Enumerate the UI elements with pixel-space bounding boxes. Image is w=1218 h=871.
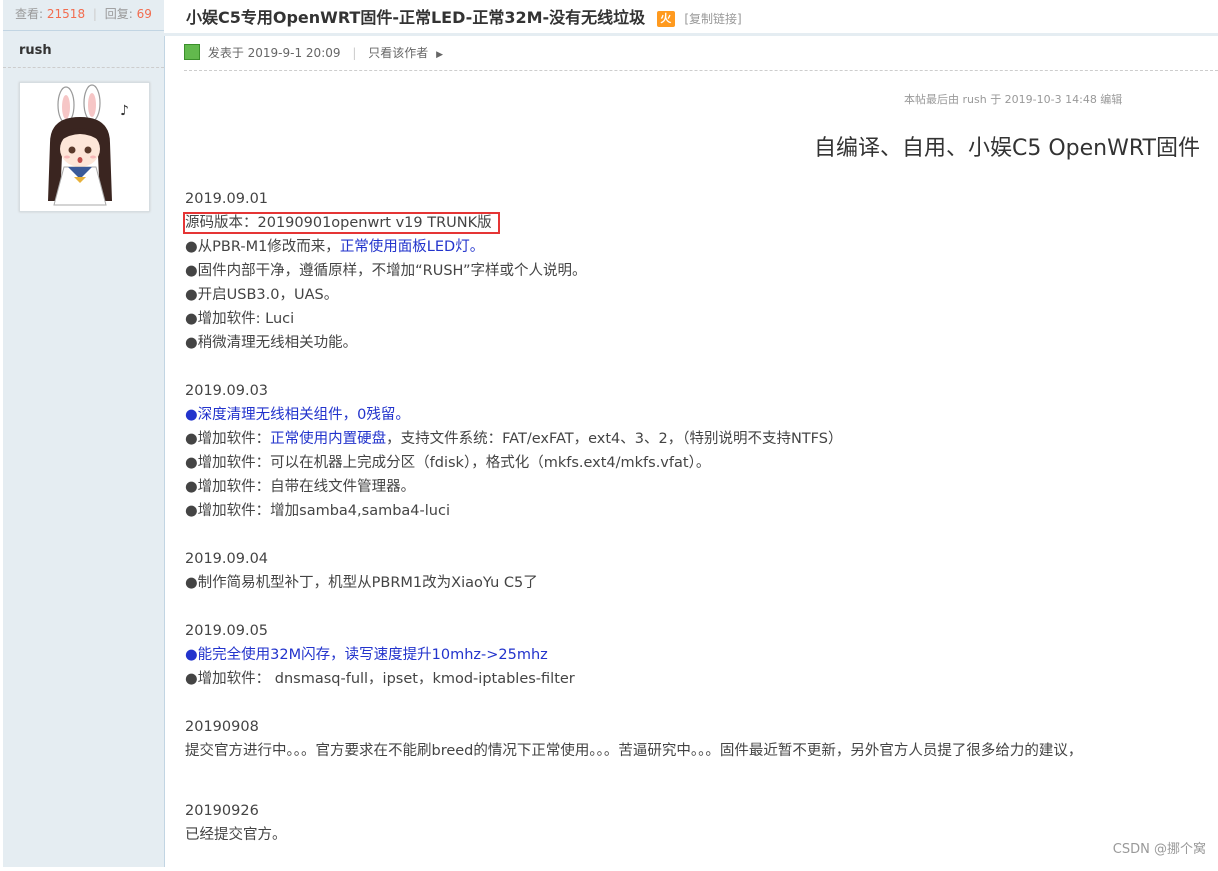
changelog-item: ●固件内部干净，遵循原样，不增加“RUSH”字样或个人说明。 [185,263,587,279]
changelog-item: ●增加软件：可以在机器上完成分区（fdisk），格式化（mkfs.ext4/mk… [185,455,711,471]
changelog-item: ●稍微清理无线相关功能。 [185,335,358,351]
item-text: ●从PBR-M1修改而来， [185,239,340,255]
changelog-item: ●深度清理无线相关组件，0残留。 [185,403,1218,427]
changelog-block: 20190908 提交官方进行中。。。官方要求在不能刷breed的情况下正常使用… [185,715,1218,763]
source-version-highlight: 源码版本：20190901openwrt v19 TRUNK版 [183,212,500,234]
thread-header: 小娱C5专用OpenWRT固件-正常LED-正常32M-没有无线垃圾 火 [复制… [164,0,1218,36]
changelog-block: 2019.09.03 ●深度清理无线相关组件，0残留。 ●增加软件：正常使用内置… [185,379,1218,523]
changelog-item: 已经提交官方。 [185,827,287,843]
thread-title-row: 小娱C5专用OpenWRT固件-正常LED-正常32M-没有无线垃圾 火 [复制… [186,4,742,28]
changelog-date: 2019.09.04 [185,551,269,567]
views-count: 21518 [46,7,86,21]
changelog-date: 20190908 [185,719,259,735]
post-heading: 自编译、自用、小娱C5 OpenWRT固件 [814,136,1200,161]
item-bullet: ● [185,407,198,423]
source-version-line: 源码版本：20190901openwrt v19 TRUNK版 [183,211,1218,235]
copy-link-button[interactable]: [复制链接] [684,12,741,26]
svg-text:♪: ♪ [120,103,129,119]
item-text: ，支持文件系统：FAT/exFAT，ext4、3、2，（特别说明不支持NTFS） [386,431,843,447]
item-text: ●增加软件： [185,431,271,447]
avatar[interactable]: ♪ [19,82,150,212]
changelog-date: 20190926 [185,803,259,819]
thread-title: 小娱C5专用OpenWRT固件-正常LED-正常32M-没有无线垃圾 [186,8,646,27]
caret-right-icon: ▶ [436,50,443,60]
changelog-item: ●增加软件：自带在线文件管理器。 [185,479,416,495]
author-sidebar: 查看: 21518 | 回复: 69 rush ♪ [3,0,165,867]
changelog-block: 2019.09.05 ●能完全使用32M闪存，读写速度提升10mhz->25mh… [185,619,1218,691]
author-name[interactable]: rush [3,31,164,68]
changelog-date: 2019.09.01 [185,191,269,207]
changelog-item: ●增加软件：增加samba4,samba4-luci [185,503,450,519]
item-highlight: 深度清理无线相关组件，0残留。 [197,407,410,423]
changelog-block: 20190926 已经提交官方。 [185,799,1218,847]
post-date: 发表于 2019-9-1 20:09 [207,46,341,60]
hot-icon: 火 [656,10,675,27]
changelog-block: 2019.09.01 源码版本：20190901openwrt v19 TRUN… [183,187,1218,355]
changelog-item: ●从PBR-M1修改而来，正常使用面板LED灯。 [185,235,1218,259]
replies-count: 69 [136,7,152,21]
post-meta: 发表于 2019-9-1 20:09 | 只看该作者 ▶ [184,43,1218,71]
online-user-icon [184,43,200,60]
changelog-item: ●制作简易机型补丁，机型从PBRM1改为XiaoYu C5了 [185,575,538,591]
thread-stats: 查看: 21518 | 回复: 69 [3,0,164,31]
changelog-item: ●增加软件: Luci [185,311,295,327]
views-label: 查看: [15,7,44,21]
changelog-item: ●开启USB3.0，UAS。 [185,287,339,303]
post-body: 2019.09.01 源码版本：20190901openwrt v19 TRUN… [183,187,1218,871]
item-highlight: 正常使用面板LED灯。 [339,239,485,255]
avatar-image: ♪ [20,83,149,211]
replies-label: 回复: [104,7,133,21]
only-author-link[interactable]: 只看该作者 [368,46,428,60]
changelog-item: ●增加软件： dnsmasq-full，ipset，kmod-iptables-… [185,671,575,687]
changelog-item: 提交官方进行中。。。官方要求在不能刷breed的情况下正常使用。。。苦逼研究中。… [185,743,1083,759]
changelog-item: ●能完全使用32M闪存，读写速度提升10mhz->25mhz [185,643,1218,667]
item-highlight: 能完全使用32M闪存，读写速度提升10mhz->25mhz [197,647,548,663]
meta-divider: | [352,46,357,60]
changelog-date: 2019.09.05 [185,623,269,639]
stats-divider: | [92,7,97,21]
changelog-block: 2019.09.04 ●制作简易机型补丁，机型从PBRM1改为XiaoYu C5… [185,547,1218,595]
edited-note: 本帖最后由 rush 于 2019-10-3 14:48 编辑 [904,93,1123,106]
item-bullet: ● [185,647,198,663]
csdn-watermark: CSDN @挪个窝 [1112,842,1206,857]
changelog-item: ●增加软件：正常使用内置硬盘，支持文件系统：FAT/exFAT，ext4、3、2… [185,427,1218,451]
changelog-date: 2019.09.03 [185,383,269,399]
item-highlight: 正常使用内置硬盘 [270,431,387,447]
